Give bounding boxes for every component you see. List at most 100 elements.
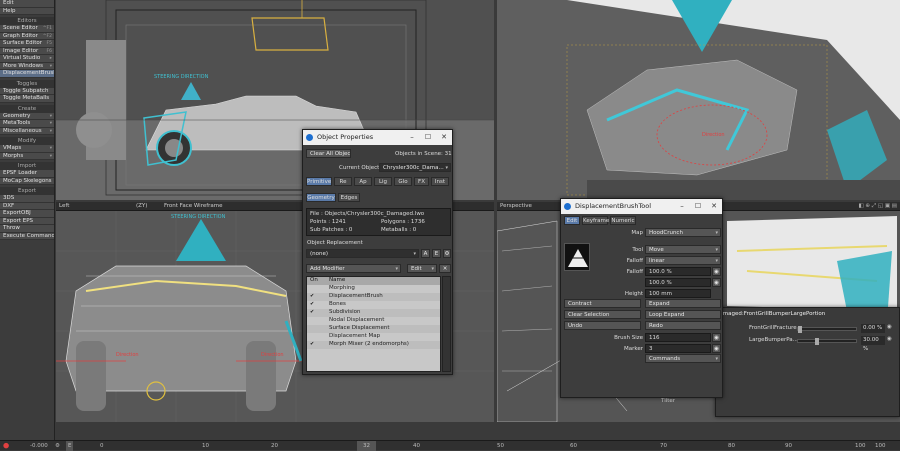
modifier-row[interactable]: ✔ Morph Mixer (2 endomorphs) [307, 341, 440, 349]
menu-item[interactable]: Surface Editor F5 [0, 40, 54, 48]
menu-item[interactable]: VMaps ▾ [0, 145, 54, 153]
replacement-e-button[interactable]: E [432, 249, 441, 258]
menu-item[interactable]: Miscellaneous ▾ [0, 127, 54, 135]
menu-item[interactable]: Throw [0, 225, 54, 233]
clear-selection-button[interactable]: Clear Selection [564, 310, 641, 319]
modifier-enabled-check[interactable]: ✔ [310, 302, 315, 307]
marker-field[interactable]: 3 [645, 344, 711, 353]
morph-slider[interactable] [797, 338, 857, 345]
modifier-row[interactable]: Surface Displacement [307, 325, 440, 333]
modifier-row[interactable]: Morphing [307, 285, 440, 293]
modifier-enabled-check[interactable]: ✔ [310, 342, 315, 347]
modifier-row[interactable]: Displacement Map [307, 333, 440, 341]
commands-select[interactable]: Commands ▾ [645, 354, 721, 363]
modifier-row[interactable]: Nodal Displacement [307, 317, 440, 325]
maximize-icon[interactable]: ☐ [420, 130, 436, 145]
menu-item[interactable]: DisplacementBrush... [0, 70, 54, 78]
menu-item[interactable]: Execute Command [0, 232, 54, 240]
morph-envelope-icon[interactable]: ◉ [887, 324, 892, 330]
marker-envelope-icon[interactable]: ◉ [712, 344, 721, 353]
current-object-select[interactable]: Chrysler300c_Dama... ▾ [379, 163, 451, 172]
modifier-row[interactable]: ✔ Subdivision [307, 309, 440, 317]
strength-envelope-icon[interactable]: ◉ [712, 278, 721, 287]
modifier-row[interactable]: ✔ DisplacementBrush [307, 293, 440, 301]
morph-value[interactable]: 30.00 % [861, 336, 885, 352]
modifier-row[interactable]: ✔ Bones [307, 301, 440, 309]
viewport-name-perspective[interactable]: Perspective [500, 202, 532, 211]
minimize-icon[interactable]: – [404, 130, 420, 145]
menu-item-top[interactable]: Edit [0, 0, 54, 8]
morph-slider[interactable] [797, 326, 857, 333]
modifier-enabled-check[interactable]: ✔ [310, 294, 315, 299]
tool-select[interactable]: Move ▾ [645, 245, 721, 254]
subtab-geometry[interactable]: Geometry [306, 193, 336, 202]
brush-tab-2[interactable]: Numeric [610, 216, 636, 225]
brush-tab-1[interactable]: Keyframe [582, 216, 609, 225]
menu-item[interactable]: Image Editor F6 [0, 47, 54, 55]
menu-item[interactable]: MetaTools ▾ [0, 120, 54, 128]
modifier-enabled-check[interactable] [310, 286, 315, 291]
viewport-name[interactable]: Left [59, 202, 69, 211]
map-select[interactable]: HoodCrunch ▾ [645, 228, 721, 237]
subtab-edges[interactable]: Edges [338, 193, 360, 202]
menu-item[interactable]: More Windows ▾ [0, 62, 54, 70]
modifier-list-scrollbar[interactable] [442, 276, 451, 372]
clear-all-objects-button[interactable]: Clear All Objects [306, 149, 351, 158]
object-properties-titlebar[interactable]: Object Properties – ☐ ✕ [303, 130, 452, 145]
menu-item[interactable]: Virtual Studio ▸ [0, 55, 54, 63]
brush-size-envelope-icon[interactable]: ◉ [712, 333, 721, 342]
close-icon[interactable]: ✕ [706, 199, 722, 214]
falloff-select[interactable]: linear ▾ [645, 256, 721, 265]
menu-item[interactable]: ExportOBJ [0, 210, 54, 218]
modifier-enabled-check[interactable] [310, 318, 315, 323]
morph-envelope-icon[interactable]: ◉ [887, 336, 892, 342]
timeline[interactable]: ⬤ -0.000 ⚙ E 0 10 20 32 40 50 60 70 80 90 100 100 [0, 440, 900, 451]
brush-tool-titlebar[interactable]: DisplacementBrushTool – ☐ ✕ [561, 199, 722, 214]
tab-2[interactable]: Ap [354, 177, 372, 186]
height-field[interactable]: 100 mm [645, 289, 711, 298]
tab-4[interactable]: Glo [394, 177, 412, 186]
menu-item[interactable]: Geometry ▾ [0, 112, 54, 120]
menu-item[interactable]: DXF [0, 202, 54, 210]
morph-slider-handle[interactable] [798, 326, 802, 333]
edit-modifier-button[interactable]: Edit ▾ [407, 264, 437, 273]
tab-0[interactable]: Primitive [306, 177, 332, 186]
undo-button[interactable]: Undo [564, 321, 641, 330]
expand-button[interactable]: Expand [645, 299, 721, 308]
modifier-enabled-check[interactable]: ✔ [310, 310, 315, 315]
tab-6[interactable]: Inst [431, 177, 449, 186]
menu-item[interactable]: Toggle Subpatch [0, 87, 54, 95]
modifier-list[interactable]: On Name Morphing ✔ DisplacementBrush ✔ Bones… [306, 276, 441, 372]
object-replacement-select[interactable]: (none) ▾ [306, 249, 419, 258]
replacement-settings-button[interactable]: ⚙ [443, 249, 451, 258]
menu-item[interactable]: Scene Editor ^F1 [0, 25, 54, 33]
falloff-envelope-icon[interactable]: ◉ [712, 267, 721, 276]
close-icon[interactable]: ✕ [436, 130, 452, 145]
tab-3[interactable]: Lig [374, 177, 392, 186]
modifier-enabled-check[interactable] [310, 326, 315, 331]
modifier-remove-button[interactable]: ✕ [439, 264, 451, 273]
menu-item-top[interactable]: Help [0, 7, 54, 15]
minimize-icon[interactable]: – [674, 199, 690, 214]
morph-slider-handle[interactable] [814, 338, 819, 345]
viewport-mode[interactable]: Front Face Wireframe [164, 202, 223, 211]
redo-button[interactable]: Redo [645, 321, 721, 330]
loop-expand-button[interactable]: Loop Expand [645, 310, 721, 319]
brush-tab-0[interactable]: Edit [564, 216, 580, 225]
menu-item[interactable]: Morphs ▾ [0, 152, 54, 160]
menu-item[interactable]: Toggle MetaBalls [0, 95, 54, 103]
falloff-value-field[interactable]: 100.0 % [645, 267, 711, 276]
viewport-top-right[interactable]: Direction [497, 0, 900, 200]
viewport-axis[interactable]: (ZY) [136, 202, 147, 211]
maximize-icon[interactable]: ☐ [690, 199, 706, 214]
replacement-a-button[interactable]: A [421, 249, 430, 258]
tab-5[interactable]: FX [414, 177, 429, 186]
menu-item[interactable]: EPSF Loader [0, 170, 54, 178]
viewport-controls-icon[interactable]: ◧ ⊕ ⤢ ◱ ▣ ▤ [858, 202, 897, 211]
contract-button[interactable]: Contract [564, 299, 641, 308]
modifier-enabled-check[interactable] [310, 334, 315, 339]
morph-value[interactable]: 0.00 % [861, 324, 885, 333]
strength-value-field[interactable]: 100.0 % [645, 278, 711, 287]
menu-item[interactable]: 3DS [0, 195, 54, 203]
brush-size-field[interactable]: 116 [645, 333, 711, 342]
